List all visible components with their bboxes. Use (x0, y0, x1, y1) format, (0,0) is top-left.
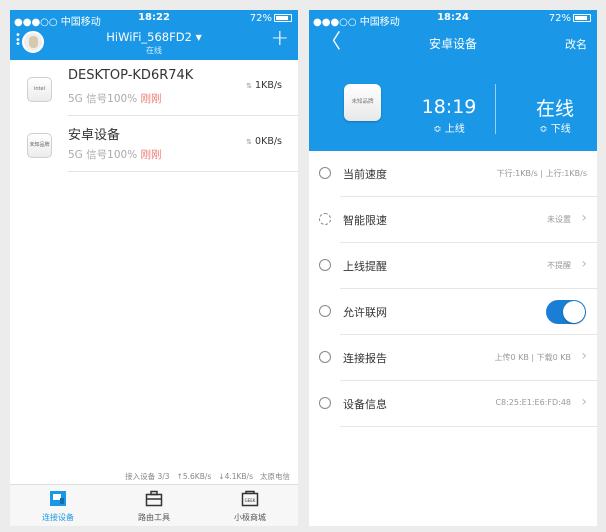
isp-name: 太原电信 (260, 472, 290, 481)
device-item[interactable]: intel DESKTOP-KD6R74K 5G 信号100% 刚刚 ⇅ 1KB/… (10, 60, 298, 116)
add-icon[interactable]: + (271, 28, 289, 50)
row-online-alert[interactable]: 上线提醒 不提醒 › (309, 243, 597, 289)
device-signal: 5G 信号100% 刚刚 (68, 93, 162, 105)
divider (495, 84, 496, 134)
device-name: DESKTOP-KD6R74K (68, 68, 194, 83)
alarm-icon (319, 259, 331, 271)
offline-button[interactable]: ≎ 下线 (513, 120, 597, 135)
devices-icon (50, 491, 66, 506)
tab-bar: 连接设备 路由工具 GEEK 小极商城 (10, 484, 298, 526)
online-time: 18:19 (421, 96, 477, 118)
speed-icon (319, 167, 331, 179)
unknown-brand-icon: 未知品牌 (27, 133, 52, 158)
network-summary: 接入设备 3/3 ↑5.6KB/s ↓4.1KB/s 太原电信 (10, 471, 298, 482)
chevron-right-icon: › (581, 256, 587, 272)
chevron-right-icon: › (581, 394, 587, 410)
row-current-speed[interactable]: 当前速度 下行:1KB/s | 上行:1KB/s (309, 151, 597, 197)
page-title: 安卓设备 (428, 37, 477, 51)
report-icon (319, 351, 331, 363)
device-count: 接入设备 3/3 (125, 472, 170, 481)
device-state: 在线 (535, 98, 574, 120)
intel-icon: intel (27, 77, 52, 102)
router-name: HiWiFi_568FD2 (106, 30, 192, 44)
battery-icon (274, 14, 292, 22)
router-header: ●●●○○ 中国移动 18:22 72% • • • HiWiFi_568FD2 ▼… (10, 10, 298, 60)
chevron-right-icon: › (581, 210, 587, 226)
row-allow-internet: 允许联网 (309, 289, 597, 335)
device-list-screen: ●●●○○ 中国移动 18:22 72% • • • HiWiFi_568FD2 ▼… (10, 10, 298, 526)
online-time-label: ≎ 上线 (433, 124, 465, 135)
upload-rate: ↑5.6KB/s (176, 472, 212, 481)
battery-indicator: 72% (549, 13, 591, 24)
updown-arrow-icon: ⇅ (246, 138, 253, 146)
svg-text:GEEK: GEEK (245, 498, 256, 503)
updown-arrow-icon: ⇅ (246, 82, 253, 90)
row-connection-report[interactable]: 连接报告 上传0 KB | 下载0 KB › (309, 335, 597, 381)
row-device-info[interactable]: 设备信息 C8:25:E1:E6:FD:48 › (309, 381, 597, 427)
caret-down-icon: ▼ (195, 33, 202, 42)
router-selector[interactable]: HiWiFi_568FD2 ▼ (10, 30, 298, 44)
tab-tools[interactable]: 路由工具 (106, 485, 202, 526)
double-down-icon: ≎ (539, 124, 548, 135)
battery-indicator: 72% (250, 13, 292, 24)
chevron-right-icon: › (581, 348, 587, 364)
last-seen: 刚刚 (140, 93, 162, 105)
tab-shop[interactable]: GEEK 小极商城 (202, 485, 298, 526)
battery-percent: 72% (548, 13, 571, 24)
device-item[interactable]: 未知品牌 安卓设备 5G 信号100% 刚刚 ⇅ 0KB/s (10, 116, 298, 172)
limit-icon (319, 213, 331, 225)
rename-button[interactable]: 改名 (565, 36, 587, 52)
status-bar: ●●●○○ 中国移动 18:22 72% (10, 10, 298, 28)
double-up-icon: ≎ (433, 124, 442, 135)
device-name: 安卓设备 (68, 128, 121, 143)
device-detail-screen: ●●●○○ 中国移动 18:24 72% 〈 安卓设备 改名 未知品牌 18:1… (309, 10, 597, 526)
tab-devices[interactable]: 连接设备 (10, 485, 106, 526)
geek-shop-icon: GEEK (241, 490, 259, 507)
last-seen: 刚刚 (140, 149, 162, 161)
battery-icon (573, 14, 591, 22)
row-speed-limit[interactable]: 智能限速 未设置 › (309, 197, 597, 243)
router-status: 在线 (146, 46, 162, 55)
device-signal: 5G 信号100% 刚刚 (68, 149, 162, 161)
info-icon (319, 397, 331, 409)
allow-internet-toggle[interactable] (546, 300, 586, 324)
download-rate: ↓4.1KB/s (218, 472, 253, 481)
device-header: ●●●○○ 中国移动 18:24 72% 〈 安卓设备 改名 未知品牌 18:1… (309, 10, 597, 151)
device-speed: ⇅ 1KB/s (246, 80, 282, 91)
globe-icon (319, 305, 331, 317)
unknown-brand-icon: 未知品牌 (344, 84, 381, 121)
status-bar: ●●●○○ 中国移动 18:24 72% (309, 10, 597, 28)
battery-percent: 72% (249, 13, 272, 24)
toolbox-icon (145, 490, 163, 507)
device-speed: ⇅ 0KB/s (246, 136, 282, 147)
